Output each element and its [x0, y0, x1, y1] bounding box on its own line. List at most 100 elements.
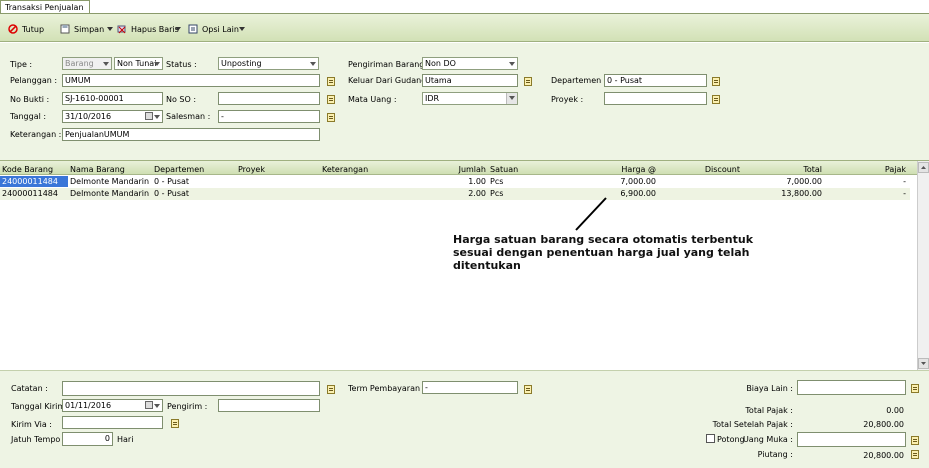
biaya-lain-input[interactable]: [797, 380, 906, 395]
col-departemen[interactable]: Departemen: [154, 164, 204, 175]
uang-muka-input[interactable]: [797, 432, 906, 447]
catatan-input[interactable]: [62, 381, 320, 396]
tab-transaksi-penjualan[interactable]: Transaksi Penjualan: [0, 0, 90, 14]
total-pajak-label: Total Pajak :: [745, 406, 793, 415]
col-satuan[interactable]: Satuan: [490, 164, 518, 175]
total-setelah-pajak-value: 20,800.00: [863, 420, 904, 429]
cell-total[interactable]: 13,800.00: [766, 188, 822, 199]
tab-strip: [0, 0, 929, 14]
mata-uang-label: Mata Uang :: [348, 95, 397, 104]
save-dropdown-arrow[interactable]: [107, 27, 113, 31]
lookup-icon[interactable]: [327, 95, 335, 104]
cell-satuan[interactable]: Pcs: [490, 176, 503, 187]
payment-type-select[interactable]: Non Tunai: [114, 57, 163, 70]
col-kode-barang[interactable]: Kode Barang: [2, 164, 53, 175]
lookup-icon[interactable]: [911, 450, 919, 459]
delete-row-dropdown-arrow[interactable]: [175, 27, 181, 31]
tipe-select[interactable]: Barang: [62, 57, 112, 70]
other-options-dropdown-arrow[interactable]: [239, 27, 245, 31]
tanggal-kirim-input[interactable]: 01/11/2016: [62, 399, 163, 412]
col-jumlah[interactable]: Jumlah: [436, 164, 486, 175]
lookup-icon[interactable]: [327, 77, 335, 86]
col-nama-barang[interactable]: Nama Barang: [70, 164, 125, 175]
kirim-via-input[interactable]: [62, 416, 163, 429]
col-pajak[interactable]: Pajak: [856, 164, 906, 175]
lookup-icon[interactable]: [524, 385, 532, 394]
biaya-lain-label: Biaya Lain :: [746, 384, 793, 393]
chevron-down-icon[interactable]: [154, 404, 160, 408]
lookup-icon[interactable]: [911, 384, 919, 393]
chevron-down-icon: [921, 362, 926, 365]
cell-kode-barang[interactable]: 24000011484: [2, 188, 58, 199]
cell-nama-barang[interactable]: Delmonte Mandarin: [70, 176, 149, 187]
lookup-icon[interactable]: [327, 113, 335, 122]
departemen-input[interactable]: 0 - Pusat: [604, 74, 707, 87]
scroll-up-button[interactable]: [918, 162, 929, 173]
potong-checkbox[interactable]: [706, 434, 715, 443]
col-proyek[interactable]: Proyek: [238, 164, 265, 175]
tipe-label: Tipe :: [10, 60, 33, 69]
keterangan-input[interactable]: PenjualanUMUM: [62, 128, 320, 141]
lookup-icon[interactable]: [712, 77, 720, 86]
grid-vertical-scrollbar[interactable]: [917, 161, 929, 370]
col-keterangan[interactable]: Keterangan: [322, 164, 368, 175]
calendar-icon[interactable]: [145, 401, 153, 409]
mata-uang-select[interactable]: IDR: [422, 92, 518, 105]
pengiriman-value: Non DO: [425, 59, 456, 68]
cell-jumlah[interactable]: 2.00: [436, 188, 486, 199]
tanggal-kirim-value: 01/11/2016: [65, 401, 112, 410]
pengiriman-select[interactable]: Non DO: [422, 57, 518, 70]
pengiriman-label: Pengiriman Barang :: [348, 60, 430, 69]
scroll-down-button[interactable]: [918, 358, 929, 369]
tipe-value: Barang: [65, 59, 94, 68]
jatuh-tempo-label: Jatuh Tempo :: [11, 435, 66, 444]
other-options-button[interactable]: Opsi Lain: [188, 22, 239, 36]
lookup-icon[interactable]: [171, 419, 179, 428]
status-select[interactable]: Unposting: [218, 57, 319, 70]
tanggal-input[interactable]: 31/10/2016: [62, 110, 163, 123]
col-harga[interactable]: Harga @: [600, 164, 656, 175]
pelanggan-input[interactable]: UMUM: [62, 74, 320, 87]
cell-kode-barang[interactable]: 24000011484: [0, 176, 68, 187]
no-so-input[interactable]: [218, 92, 320, 105]
keterangan-label: Keterangan :: [10, 130, 62, 139]
pelanggan-label: Pelanggan :: [10, 76, 58, 85]
jatuh-tempo-input[interactable]: 0: [62, 432, 113, 446]
lookup-icon[interactable]: [327, 385, 335, 394]
tanggal-value: 31/10/2016: [65, 112, 112, 121]
delete-row-button[interactable]: Hapus Baris: [117, 22, 179, 36]
uang-muka-label: Uang Muka :: [742, 435, 793, 444]
lookup-icon[interactable]: [911, 436, 919, 445]
chevron-down-icon: [509, 62, 515, 66]
save-button[interactable]: Simpan: [60, 22, 104, 36]
other-options-label: Opsi Lain: [202, 24, 239, 34]
lookup-icon[interactable]: [524, 77, 532, 86]
proyek-input[interactable]: [604, 92, 707, 105]
col-total[interactable]: Total: [766, 164, 822, 175]
salesman-input[interactable]: -: [218, 110, 320, 123]
cell-departemen[interactable]: 0 - Pusat: [154, 188, 189, 199]
term-input[interactable]: -: [422, 381, 518, 394]
pengirim-input[interactable]: [218, 399, 320, 412]
cell-total[interactable]: 7,000.00: [766, 176, 822, 187]
cell-harga[interactable]: 7,000.00: [600, 176, 656, 187]
no-bukti-input[interactable]: SJ-1610-00001: [62, 92, 163, 105]
cell-satuan[interactable]: Pcs: [490, 188, 503, 199]
total-pajak-value: 0.00: [886, 406, 904, 415]
chevron-down-icon[interactable]: [154, 115, 160, 119]
cell-nama-barang[interactable]: Delmonte Mandarin: [70, 188, 149, 199]
calendar-icon[interactable]: [145, 112, 153, 120]
cell-pajak[interactable]: -: [856, 176, 906, 187]
lookup-icon[interactable]: [712, 95, 720, 104]
cell-pajak[interactable]: -: [856, 188, 906, 199]
gudang-input[interactable]: Utama: [422, 74, 518, 87]
close-button[interactable]: Tutup: [8, 22, 44, 36]
cell-departemen[interactable]: 0 - Pusat: [154, 176, 189, 187]
chevron-down-icon: [154, 62, 160, 66]
col-discount[interactable]: Discount: [684, 164, 740, 175]
gudang-label: Keluar Dari Gudang :: [348, 76, 432, 85]
pengirim-label: Pengirim :: [167, 402, 208, 411]
cell-jumlah[interactable]: 1.00: [436, 176, 486, 187]
save-button-label: Simpan: [74, 24, 105, 34]
close-button-label: Tutup: [22, 24, 45, 34]
